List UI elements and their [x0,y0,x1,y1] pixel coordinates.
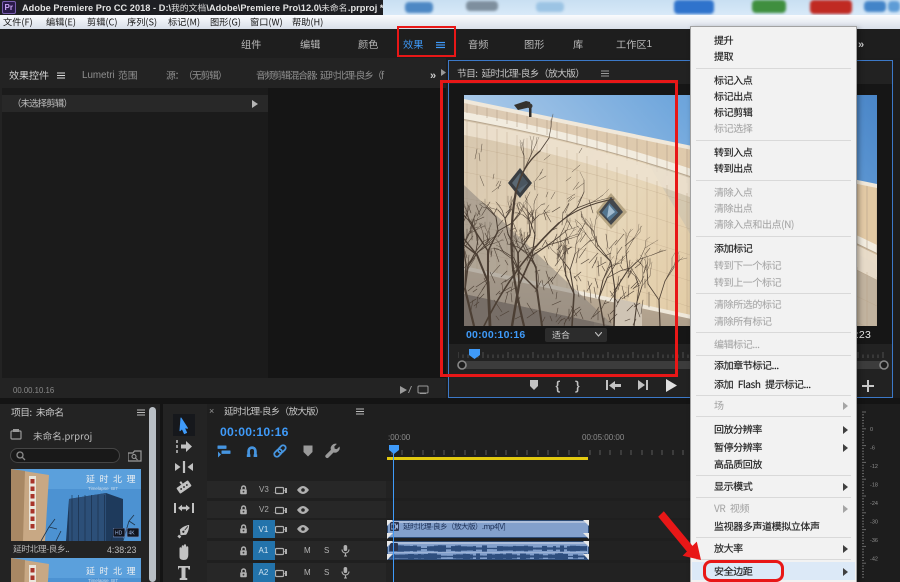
svg-text:-12: -12 [870,464,878,470]
svg-text:-6: -6 [870,446,875,452]
svg-text:-18: -18 [870,483,878,489]
svg-text:-30: -30 [870,520,878,526]
svg-text:-24: -24 [870,501,878,507]
svg-text:-42: -42 [870,557,878,563]
svg-text:-36: -36 [870,538,878,544]
svg-text:0: 0 [870,427,873,433]
svg-text:4K: 4K [129,531,136,537]
svg-text:HD: HD [115,531,123,537]
